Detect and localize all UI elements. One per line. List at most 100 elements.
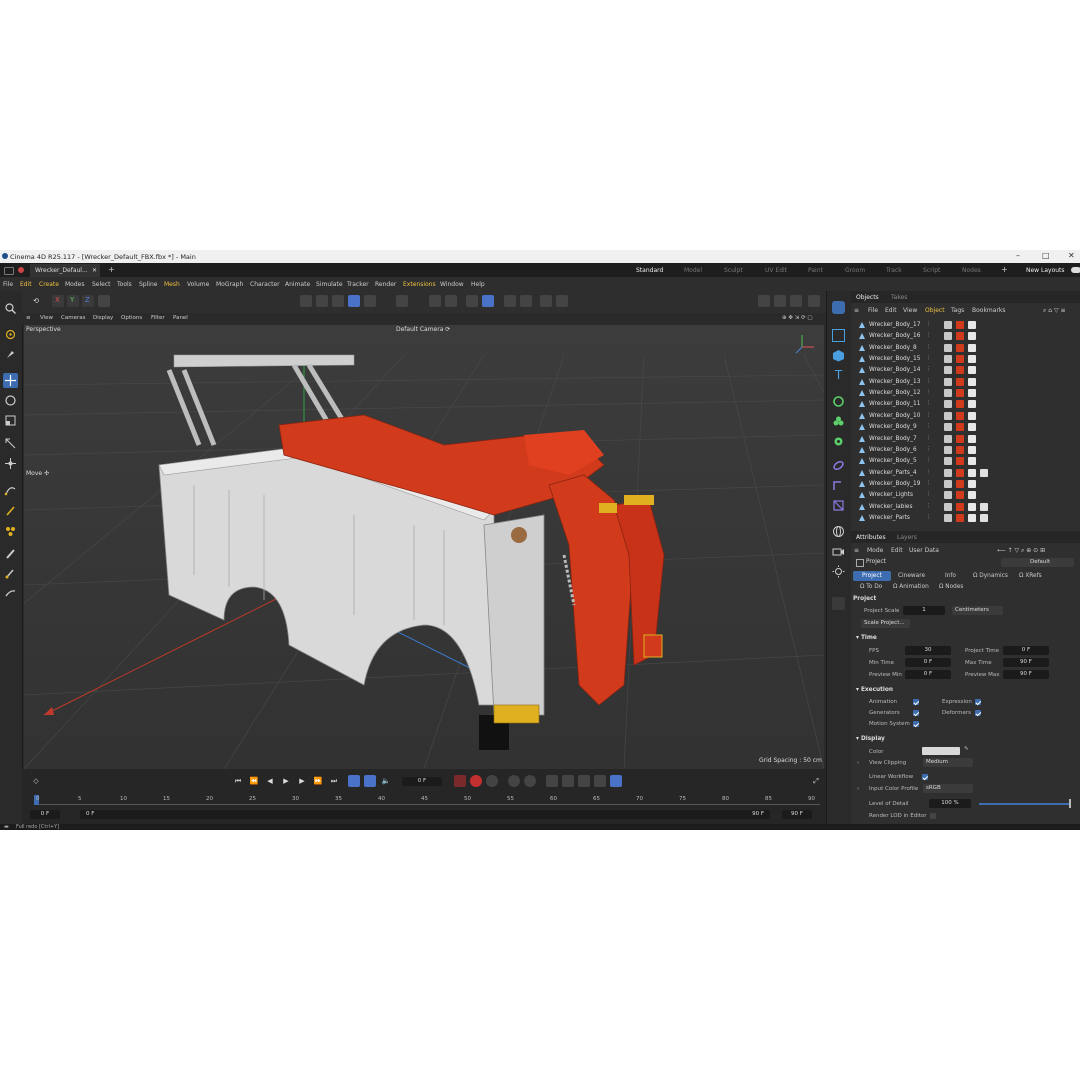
- snap-grid-icon[interactable]: [482, 295, 494, 307]
- visibility-dots-icon[interactable]: ⋮: [926, 491, 931, 499]
- section-tab-todo[interactable]: Ω To Do: [860, 584, 882, 590]
- visibility-dots-icon[interactable]: ⋮: [926, 355, 931, 363]
- texture-tag-icon[interactable]: [956, 502, 964, 511]
- texture-tag-icon[interactable]: [968, 400, 976, 409]
- material-tag-icon[interactable]: [944, 434, 952, 443]
- null-object-icon[interactable]: [832, 329, 845, 342]
- autokey-icon[interactable]: [470, 775, 482, 787]
- texture-tag-icon[interactable]: [968, 502, 976, 511]
- search-icon[interactable]: [3, 301, 18, 316]
- min-time-field[interactable]: 0 F: [905, 658, 951, 667]
- tab-layers[interactable]: Layers: [897, 534, 917, 541]
- layout-tab-uv-edit[interactable]: UV Edit: [765, 267, 787, 274]
- visibility-dots-icon[interactable]: ⋮: [926, 457, 931, 465]
- object-row[interactable]: Wrecker_Body_17 ⋮: [856, 320, 1080, 331]
- texture-tag-icon[interactable]: [980, 513, 988, 522]
- eyedropper-icon[interactable]: ✎: [964, 746, 969, 752]
- texture-tag-icon[interactable]: [956, 468, 964, 477]
- input-color-profile-dropdown[interactable]: sRGB: [923, 784, 973, 793]
- visibility-dots-icon[interactable]: ⋮: [926, 480, 931, 488]
- object-row[interactable]: Wrecker_Body_19 ⋮: [856, 479, 1080, 490]
- point-mode-icon[interactable]: [332, 295, 344, 307]
- object-row[interactable]: Wrecker_Body_9 ⋮: [856, 422, 1080, 433]
- tab-takes[interactable]: Takes: [891, 294, 907, 301]
- layout-tab-nodes[interactable]: Nodes: [962, 267, 981, 274]
- material-tag-icon[interactable]: [944, 366, 952, 375]
- object-row[interactable]: Wrecker_Parts_4 ⋮: [856, 468, 1080, 479]
- texture-tag-icon[interactable]: [968, 491, 976, 500]
- viewport-menu-cameras[interactable]: Cameras: [61, 315, 85, 321]
- tab-attributes[interactable]: Attributes: [856, 534, 886, 541]
- texture-tag-icon[interactable]: [956, 491, 964, 500]
- render-picture-viewer-icon[interactable]: [758, 295, 770, 307]
- material-tag-icon[interactable]: [944, 389, 952, 398]
- attributes-menu-user-data[interactable]: User Data: [909, 547, 939, 554]
- next-frame-icon[interactable]: ▶: [296, 775, 308, 787]
- level-of-detail-slider[interactable]: [979, 803, 1071, 805]
- menu-select[interactable]: Select: [92, 281, 111, 288]
- menu-help[interactable]: Help: [471, 281, 485, 288]
- add-layout-button[interactable]: +: [1001, 265, 1008, 274]
- texture-tag-icon[interactable]: [956, 343, 964, 352]
- visibility-dots-icon[interactable]: ⋮: [926, 412, 931, 420]
- view-clipping-dropdown[interactable]: Medium: [923, 758, 973, 767]
- texture-tag-icon[interactable]: [956, 400, 964, 409]
- document-tab[interactable]: Wrecker_Defaul... ✕: [30, 264, 100, 277]
- layout-tab-groom[interactable]: Groom: [845, 267, 865, 274]
- visibility-dots-icon[interactable]: ⋮: [926, 435, 931, 443]
- color-swatch[interactable]: [922, 747, 960, 755]
- texture-tag-icon[interactable]: [956, 332, 964, 341]
- visibility-dots-icon[interactable]: ⋮: [926, 514, 931, 522]
- menu-window[interactable]: Window: [440, 281, 464, 288]
- scale-tool-icon[interactable]: [3, 413, 18, 428]
- menu-volume[interactable]: Volume: [187, 281, 209, 288]
- object-row[interactable]: Wrecker_Body_10 ⋮: [856, 411, 1080, 422]
- knife-icon[interactable]: [3, 586, 18, 601]
- key-scale-icon[interactable]: [546, 775, 558, 787]
- cube-icon[interactable]: [832, 349, 845, 362]
- visibility-dots-icon[interactable]: ⋮: [926, 423, 931, 431]
- undo-icon[interactable]: ⟲: [30, 295, 42, 307]
- section-tab-animation[interactable]: Ω Animation: [893, 584, 929, 590]
- move-tool-icon[interactable]: [3, 373, 18, 388]
- texture-tag-icon[interactable]: [956, 355, 964, 364]
- layout-tab-paint[interactable]: Paint: [808, 267, 823, 274]
- execution-section-header[interactable]: ▾ Execution: [856, 687, 893, 693]
- spline-icon[interactable]: [832, 479, 845, 492]
- max-time-field[interactable]: 90 F: [1003, 658, 1049, 667]
- texture-tag-icon[interactable]: [956, 423, 964, 432]
- texture-tag-icon[interactable]: [956, 445, 964, 454]
- visibility-dots-icon[interactable]: ⋮: [926, 400, 931, 408]
- section-tab-project[interactable]: Project: [862, 573, 882, 579]
- uv-mode-icon[interactable]: [364, 295, 376, 307]
- texture-tag-icon[interactable]: [956, 377, 964, 386]
- texture-tag-icon[interactable]: [980, 502, 988, 511]
- menu-edit[interactable]: Edit: [20, 281, 32, 288]
- section-tab-nodes[interactable]: Ω Nodes: [939, 584, 963, 590]
- time-section-header[interactable]: ▾ Time: [856, 635, 877, 641]
- key-position-icon[interactable]: [508, 775, 520, 787]
- object-row[interactable]: Wrecker_Body_6 ⋮: [856, 445, 1080, 456]
- add-tab-button[interactable]: +: [108, 265, 115, 274]
- tweak-icon[interactable]: [3, 347, 18, 362]
- visibility-dots-icon[interactable]: ⋮: [926, 503, 931, 511]
- live-selection-icon[interactable]: [3, 327, 18, 342]
- previous-key-icon[interactable]: ⏪: [248, 775, 260, 787]
- transform-icon[interactable]: [3, 436, 18, 451]
- menu-mograph[interactable]: MoGraph: [216, 281, 243, 288]
- attributes-hamburger-icon[interactable]: ≡: [854, 547, 859, 554]
- brush-icon[interactable]: [3, 546, 18, 561]
- object-row[interactable]: Wrecker_Body_16 ⋮: [856, 331, 1080, 342]
- texture-tag-icon[interactable]: [968, 321, 976, 329]
- texture-tag-icon[interactable]: [968, 423, 976, 432]
- spline-pen-icon[interactable]: [3, 483, 18, 498]
- interpolation-icon[interactable]: [610, 775, 622, 787]
- sketch-icon[interactable]: [3, 503, 18, 518]
- preset-dropdown[interactable]: Default: [1001, 558, 1074, 567]
- texture-mode-icon[interactable]: [316, 295, 328, 307]
- texture-tag-icon[interactable]: [980, 468, 988, 477]
- visibility-dots-icon[interactable]: ⋮: [926, 332, 931, 340]
- scale-project-button[interactable]: Scale Project...: [861, 619, 910, 628]
- model-mode-icon[interactable]: [300, 295, 312, 307]
- new-layouts-button[interactable]: New Layouts: [1026, 267, 1065, 274]
